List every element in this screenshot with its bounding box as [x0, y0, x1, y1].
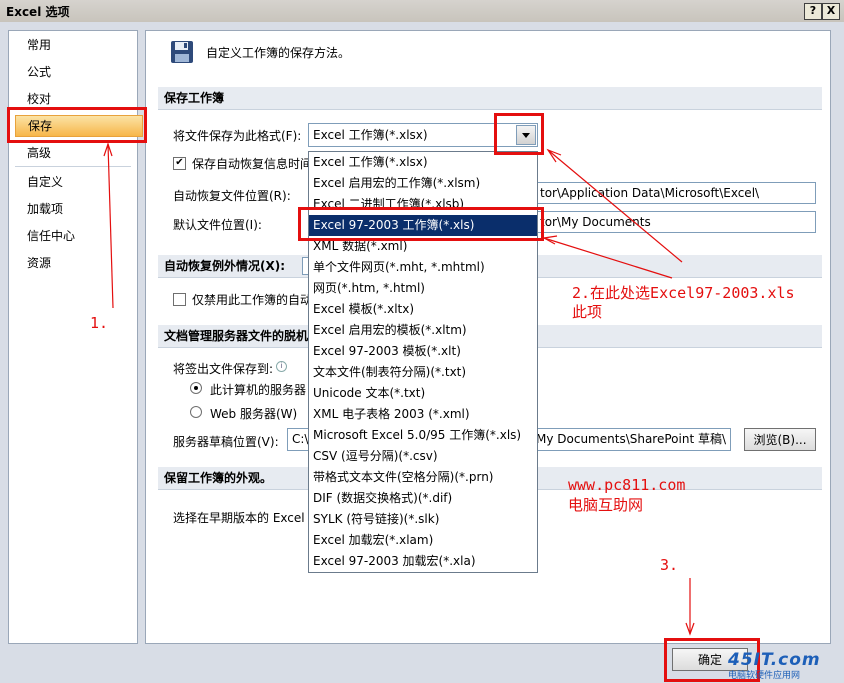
site-url: www.pc811.com: [568, 476, 686, 494]
annotation-step2-cont: 此项: [572, 303, 603, 321]
site-name: 电脑互助网: [568, 496, 644, 514]
logo-brand: 45IT.com: [728, 650, 821, 670]
annotation-step3: 3.: [660, 556, 679, 574]
annotation-arrows: [103, 142, 695, 636]
annotation-step2: 2.在此处选Excel97-2003.xls: [572, 284, 795, 302]
logo-tagline: 电脑软硬件应用网: [728, 671, 801, 681]
annotation-step1: 1.: [90, 314, 109, 332]
45it-logo: 45IT.com 电脑软硬件应用网: [728, 650, 840, 682]
